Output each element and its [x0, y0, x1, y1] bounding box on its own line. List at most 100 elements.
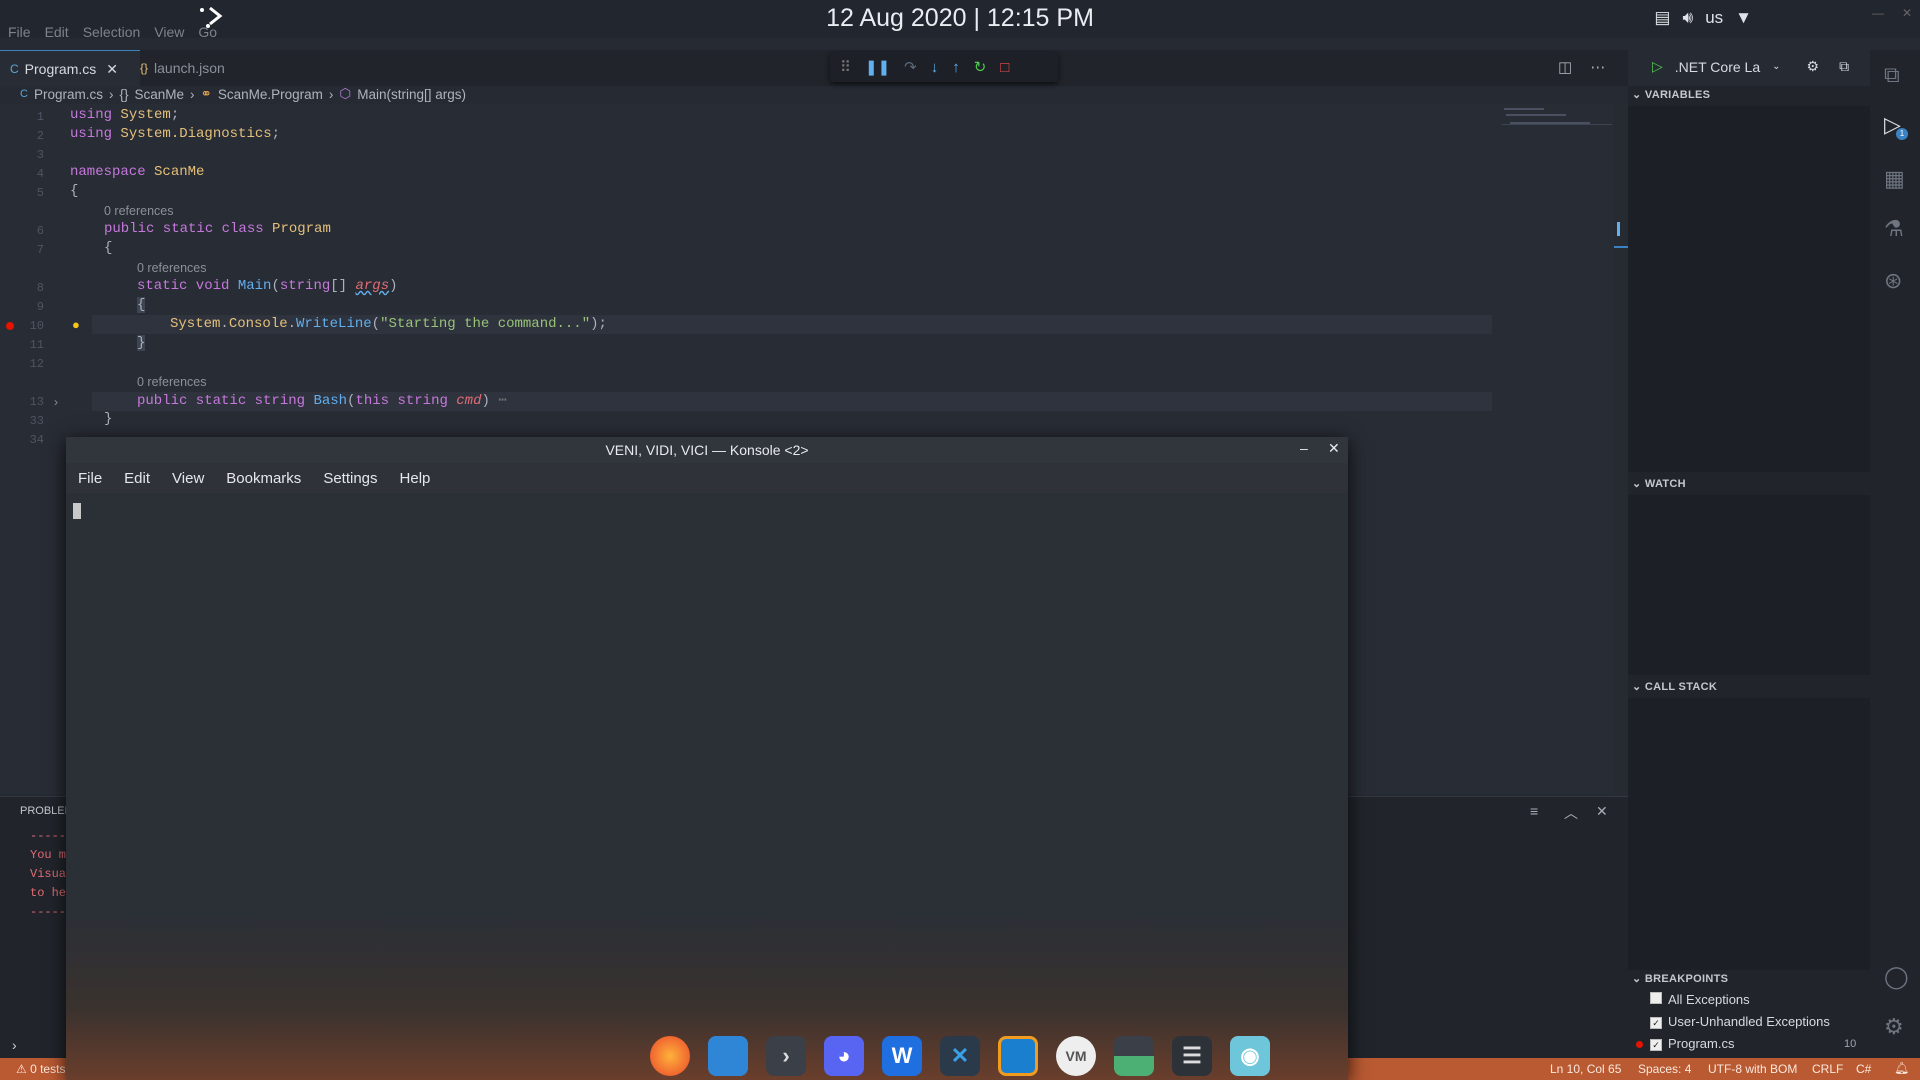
keyboard-layout[interactable]: us	[1705, 8, 1723, 28]
breadcrumb-namespace[interactable]: ScanMe	[135, 87, 185, 102]
git-icon[interactable]: ⊛	[1884, 268, 1902, 294]
chevron-down-icon[interactable]: ⌄	[1772, 61, 1780, 72]
files-icon[interactable]	[708, 1036, 748, 1076]
account-icon[interactable]: ◯	[1884, 964, 1909, 990]
line-number: 7	[36, 243, 44, 257]
tray-expand-icon[interactable]: ▼	[1735, 8, 1752, 28]
debug-launch-bar: ▷ .NET Core La ⌄ ⚙ ⧉ ⋯	[1652, 58, 1883, 75]
konsole-menu-bar: File Edit View Bookmarks Settings Help	[66, 463, 1348, 493]
minimize-icon[interactable]: –	[1300, 440, 1308, 456]
discord-icon[interactable]: ◕	[824, 1036, 864, 1076]
codelens-references[interactable]: 0 references	[137, 261, 206, 275]
section-title: WATCH	[1644, 478, 1686, 490]
screenshot-icon[interactable]: ◉	[1230, 1036, 1270, 1076]
debug-badge: 1	[1896, 128, 1908, 140]
lightbulb-icon[interactable]: ●	[72, 317, 80, 332]
tab-launch-json[interactable]: {} launch.json	[130, 50, 235, 86]
checkbox[interactable]: ✓	[1650, 1017, 1662, 1029]
split-editor-icon[interactable]: ◫	[1558, 58, 1572, 76]
vmware-icon[interactable]: VM	[1056, 1036, 1096, 1076]
breakpoint-item[interactable]: ✓ User-Unhandled Exceptions	[1650, 1014, 1830, 1029]
watch-body	[1628, 495, 1870, 675]
breadcrumb-class[interactable]: ScanMe.Program	[218, 87, 323, 102]
gear-icon[interactable]: ⚙	[1807, 58, 1820, 75]
terminal-area[interactable]	[66, 493, 1348, 1080]
breadcrumb-file[interactable]: Program.cs	[34, 87, 103, 102]
wps-writer-icon[interactable]: W	[882, 1036, 922, 1076]
menu-bookmarks[interactable]: Bookmarks	[226, 470, 301, 487]
section-breakpoints[interactable]: ⌄ BREAKPOINTS	[1632, 972, 1728, 985]
line-number: 13	[29, 395, 44, 409]
tab-program-cs[interactable]: C Program.cs ✕	[0, 50, 140, 87]
clear-output-icon[interactable]: ≡	[1530, 803, 1538, 819]
line-number: 3	[36, 148, 44, 162]
step-into-icon[interactable]: ↓	[931, 59, 939, 76]
code-line: {	[104, 240, 113, 256]
close-icon[interactable]: ✕	[106, 61, 118, 78]
close-icon[interactable]: ✕	[1328, 440, 1340, 457]
code-line: using System;	[70, 107, 180, 123]
code-line: System.Console.WriteLine("Starting the c…	[170, 316, 607, 332]
section-call-stack[interactable]: ⌄ CALL STACK	[1632, 680, 1717, 693]
system-monitor-icon[interactable]	[1114, 1036, 1154, 1076]
breadcrumb-method[interactable]: Main(string[] args)	[357, 87, 466, 102]
dock: › ◕ W ✕ VM ☰ ◉	[0, 1032, 1920, 1080]
vscode-icon[interactable]: ✕	[940, 1036, 980, 1076]
menu-file[interactable]: File	[78, 470, 102, 487]
konsole-titlebar[interactable]: VENI, VIDI, VICI — Konsole <2>	[66, 437, 1348, 463]
activity-bar	[1870, 50, 1920, 1062]
output-line: Visua	[30, 867, 67, 881]
line-number: 10	[29, 319, 44, 333]
more-actions-icon[interactable]: ⋯	[1590, 58, 1605, 76]
line-number: 2	[36, 129, 44, 143]
codelens-references[interactable]: 0 references	[104, 204, 173, 218]
window-minimize-icon[interactable]: —	[1872, 6, 1884, 20]
close-panel-icon[interactable]: ✕	[1596, 803, 1608, 820]
firefox-icon[interactable]	[650, 1036, 690, 1076]
code-line: public static string Bash(this string cm…	[137, 393, 507, 409]
code-line: using System.Diagnostics;	[70, 126, 281, 142]
tab-label: launch.json	[154, 60, 225, 76]
virtualbox-icon[interactable]	[998, 1036, 1038, 1076]
line-number: 8	[36, 281, 44, 295]
menu-help[interactable]: Help	[400, 470, 431, 487]
codelens-references[interactable]: 0 references	[137, 375, 206, 389]
clipboard-icon[interactable]: ▤	[1654, 8, 1670, 28]
settings-icon[interactable]: ☰	[1172, 1036, 1212, 1076]
fold-chevron-icon[interactable]: ›	[54, 395, 58, 409]
pause-icon[interactable]: ❚❚	[865, 58, 890, 76]
explorer-icon[interactable]: ⧉	[1884, 62, 1900, 88]
panel-output: ----- You m Visua to he -----	[30, 827, 66, 922]
folded-ellipsis[interactable]: ⋯	[498, 393, 506, 409]
clock: 12 Aug 2020 | 12:15 PM	[826, 4, 1094, 32]
checkbox[interactable]	[1650, 992, 1662, 1004]
line-number: 1	[36, 110, 44, 124]
window-close-icon[interactable]: ✕	[1902, 6, 1912, 20]
terminal-icon[interactable]: ›	[766, 1036, 806, 1076]
testing-flask-icon[interactable]: ⚗	[1884, 216, 1904, 242]
minimap[interactable]	[1500, 104, 1614, 794]
restart-icon[interactable]: ↻	[974, 58, 987, 76]
stop-icon[interactable]: □	[1000, 59, 1009, 76]
csharp-icon: C	[10, 62, 19, 76]
step-out-icon[interactable]: ↑	[952, 59, 960, 76]
menu-edit[interactable]: Edit	[124, 470, 150, 487]
breakpoint-item[interactable]: All Exceptions	[1650, 992, 1750, 1007]
start-debugging-icon[interactable]: ▷	[1652, 58, 1663, 75]
launch-config-select[interactable]: .NET Core La	[1675, 59, 1760, 75]
menu-settings[interactable]: Settings	[323, 470, 377, 487]
chevron-right-icon: ›	[328, 86, 334, 102]
drag-handle-icon[interactable]: ⠿	[840, 58, 851, 76]
section-title: VARIABLES	[1644, 89, 1711, 101]
section-variables[interactable]: ⌄ VARIABLES	[1632, 88, 1710, 101]
debug-console-icon[interactable]: ⧉	[1839, 58, 1849, 75]
menu-view[interactable]: View	[172, 470, 204, 487]
konsole-window: VENI, VIDI, VICI — Konsole <2> – ✕ File …	[66, 437, 1348, 1080]
section-watch[interactable]: ⌄ WATCH	[1632, 477, 1686, 490]
terminal-cursor	[73, 503, 81, 519]
volume-icon[interactable]: 🔊︎	[1682, 8, 1693, 28]
scrollbar[interactable]	[1614, 104, 1628, 794]
step-over-icon[interactable]: ↷	[904, 58, 917, 76]
maximize-panel-icon[interactable]: ︿	[1564, 803, 1578, 823]
extensions-icon[interactable]: ▦	[1884, 166, 1905, 192]
